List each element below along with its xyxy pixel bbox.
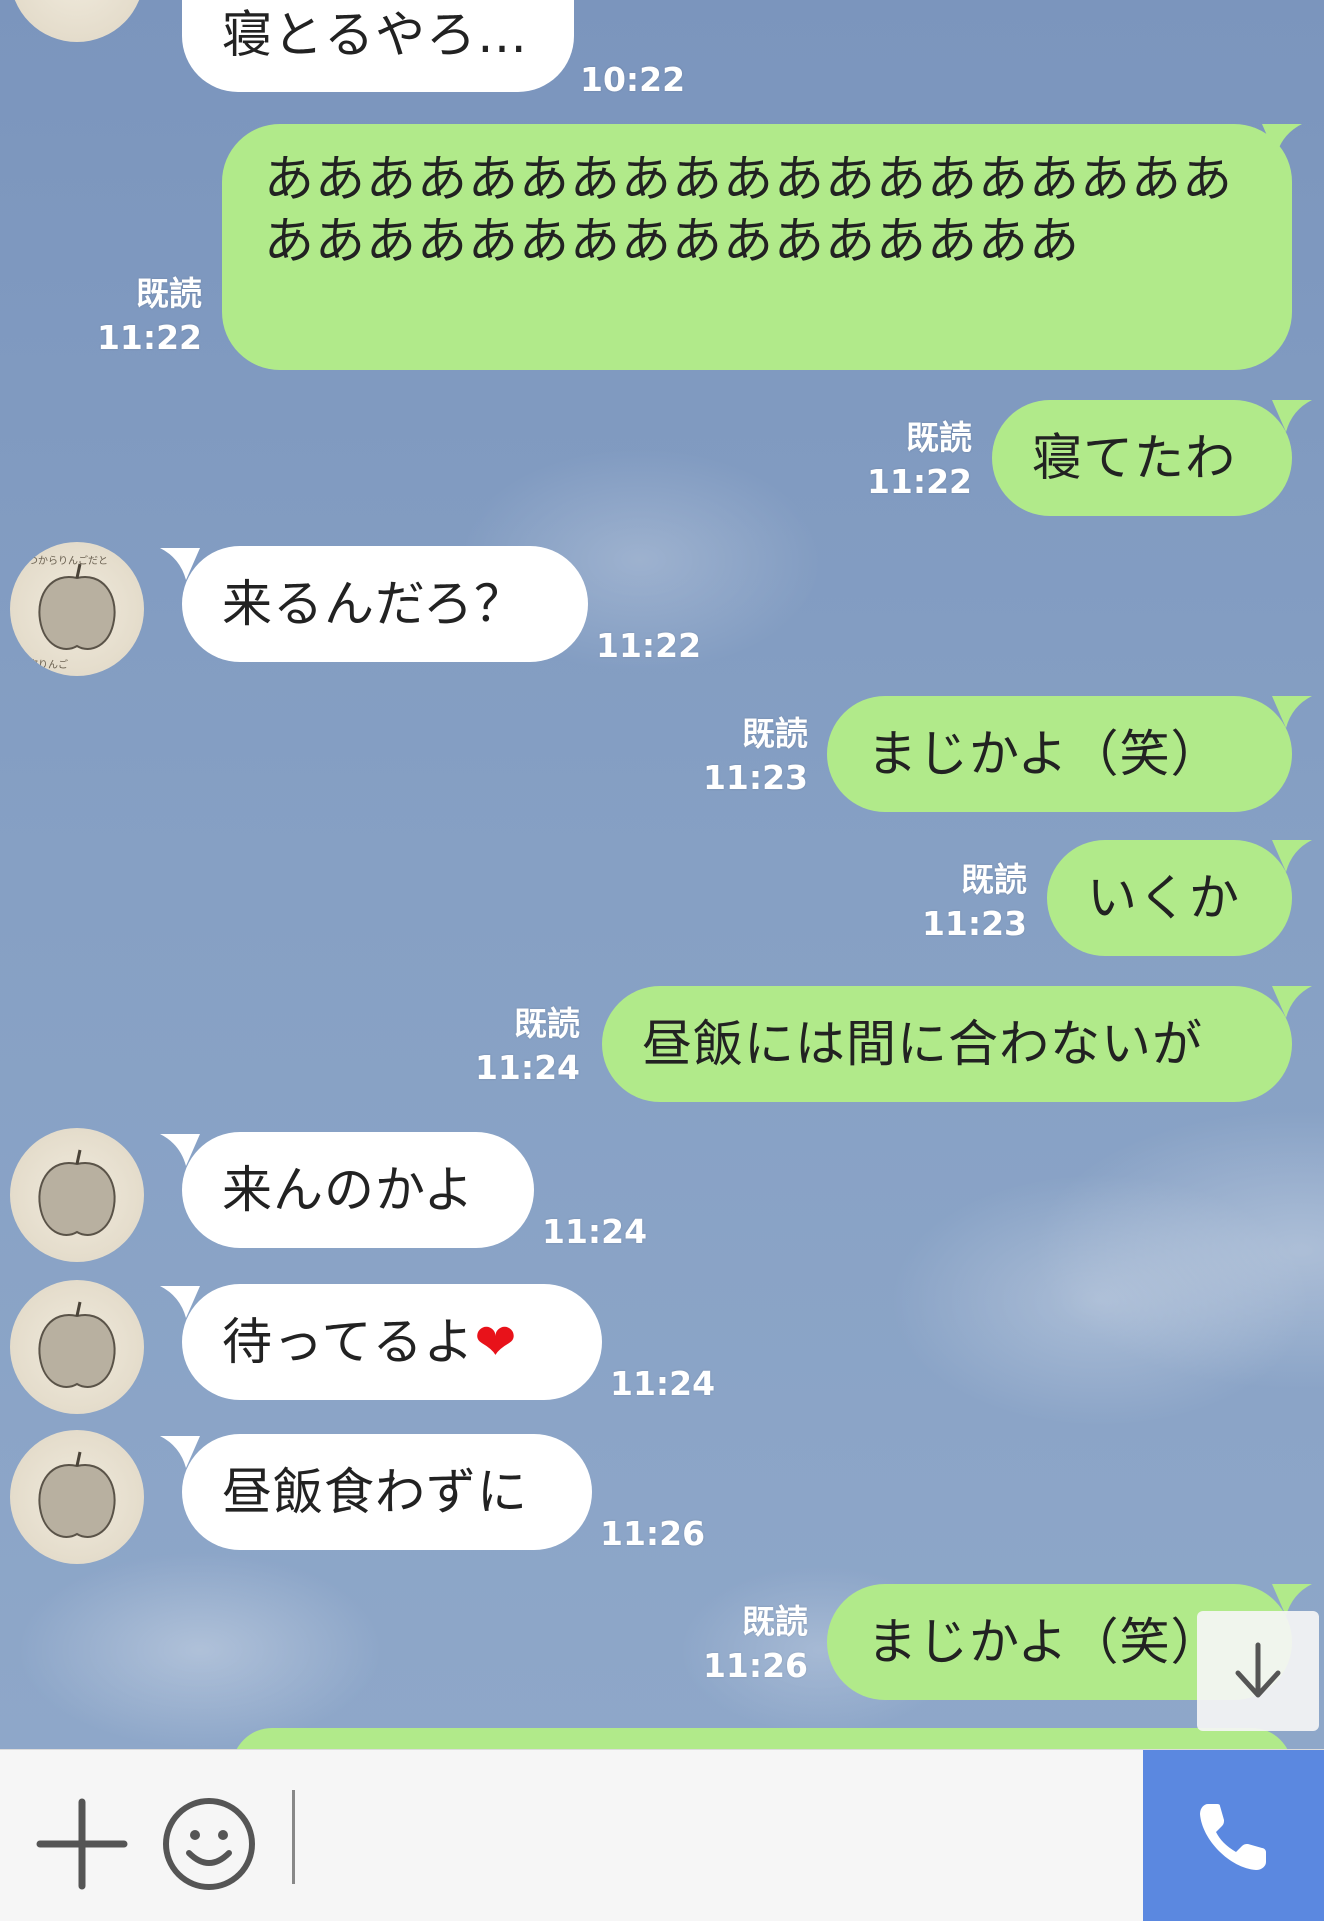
read-receipt: 既読 [514, 1004, 580, 1043]
message-time: 11:22 [96, 318, 202, 357]
apple-drawing-icon [38, 1451, 116, 1538]
bubble-tail [1272, 986, 1312, 1018]
message-time: 11:22 [866, 462, 972, 501]
message-text: まじかよ（笑） [867, 725, 1222, 783]
plus-icon [36, 1798, 128, 1890]
message-bubble-incoming[interactable]: 来んのかよ [182, 1132, 534, 1248]
emoji-button[interactable] [160, 1795, 258, 1893]
message-text: 寝てたわ [1032, 429, 1236, 487]
message-bubble-outgoing[interactable] [232, 1728, 1292, 1749]
message-bubble-incoming[interactable]: 来るんだろ？ [182, 546, 588, 662]
chat-area[interactable]: 寝とるやろ… 10:22 あああああああああああああああああああああああああああ… [0, 0, 1324, 1749]
phone-icon [1199, 1803, 1266, 1870]
message-time: 11:23 [921, 904, 1027, 943]
message-text: あああああああああああああああああああああああああああああああああああ [264, 150, 1233, 270]
message-bubble-outgoing[interactable]: いくか [1047, 840, 1292, 956]
message-bubble-outgoing[interactable]: 寝てたわ [992, 400, 1292, 516]
avatar[interactable] [10, 1430, 144, 1564]
read-receipt: 既読 [742, 1602, 808, 1641]
message-text: 寝とるやろ… [222, 6, 528, 64]
add-attachment-button[interactable] [36, 1798, 128, 1890]
message-time: 11:23 [702, 758, 808, 797]
svg-text:自称りんご: 自称りんご [18, 658, 68, 671]
message-text: 昼飯食わずに [222, 1463, 528, 1521]
avatar[interactable] [10, 1280, 144, 1414]
avatar[interactable] [10, 0, 144, 42]
read-receipt: 既読 [906, 418, 972, 457]
read-receipt: 既読 [742, 714, 808, 753]
message-time: 11:22 [596, 626, 702, 665]
message-input[interactable] [292, 1790, 1149, 1884]
message-input-bar [0, 1749, 1324, 1921]
arrow-down-icon [1235, 1642, 1281, 1698]
message-time: 11:26 [600, 1514, 706, 1553]
read-receipt: 既読 [961, 860, 1027, 899]
message-time: 10:22 [580, 60, 686, 99]
message-text: まじかよ（笑） [867, 1613, 1222, 1671]
apple-drawing-icon [38, 1301, 116, 1388]
message-bubble-outgoing[interactable]: まじかよ（笑） [827, 696, 1292, 812]
message-bubble-outgoing[interactable]: あああああああああああああああああああああああああああああああああああ [222, 124, 1292, 370]
message-text: いくか [1087, 869, 1240, 927]
read-receipt: 既読 [136, 274, 202, 313]
scroll-to-bottom-button[interactable] [1197, 1611, 1319, 1731]
message-text: 来るんだろ？ [222, 575, 525, 633]
message-text: 待ってるよ [222, 1313, 475, 1371]
bubble-tail [1272, 400, 1312, 432]
bubble-tail [1262, 124, 1302, 156]
smiley-icon [163, 1798, 255, 1890]
call-button[interactable] [1143, 1750, 1324, 1921]
message-bubble-incoming[interactable]: 待ってるよ ❤ [182, 1284, 602, 1400]
avatar[interactable] [10, 1128, 144, 1262]
message-time: 11:24 [474, 1048, 580, 1087]
bubble-tail [1272, 696, 1312, 728]
avatar[interactable]: いつからりんごだと 自称りんご [10, 542, 144, 676]
message-text: 来んのかよ [222, 1161, 475, 1219]
heart-emoji-icon: ❤ [474, 1313, 518, 1371]
message-time: 11:24 [542, 1212, 648, 1251]
apple-drawing-icon [38, 1149, 116, 1236]
message-text: 昼飯には間に合わないが [642, 1015, 1203, 1073]
message-bubble-incoming[interactable]: 昼飯食わずに [182, 1434, 592, 1550]
message-bubble-outgoing[interactable]: 昼飯には間に合わないが [602, 986, 1292, 1102]
apple-drawing-icon: いつからりんごだと 自称りんご [18, 554, 116, 671]
svg-text:いつからりんごだと: いつからりんごだと [18, 554, 108, 567]
message-time: 11:24 [610, 1364, 716, 1403]
message-bubble-incoming[interactable]: 寝とるやろ… [182, 0, 574, 92]
message-time: 11:26 [702, 1646, 808, 1685]
bubble-tail [1272, 840, 1312, 872]
